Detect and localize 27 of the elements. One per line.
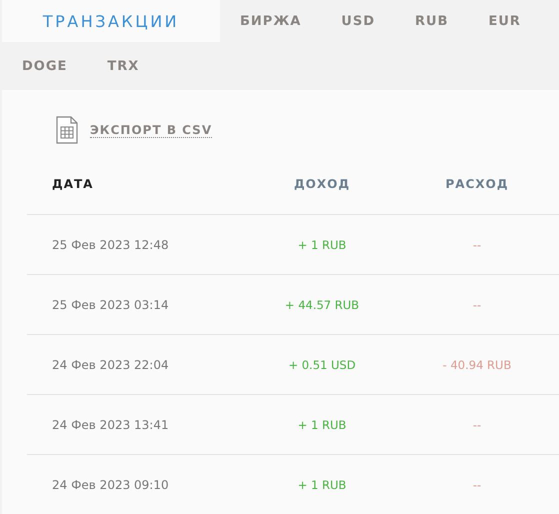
- column-header: ДАТА: [51, 177, 94, 191]
- expense-cell-text: - 40.94 RUB: [442, 358, 512, 372]
- expense-cell-text: --: [472, 238, 482, 252]
- tab[interactable]: DOGE: [2, 42, 88, 90]
- date-cell-text: 24 Фев 2023 13:41: [51, 418, 170, 432]
- income-cell-text: + 0.51 USD: [287, 358, 357, 372]
- date-cell-text: 24 Фев 2023 09:10: [51, 478, 170, 492]
- tab[interactable]: ТРАНЗАКЦИИ: [2, 0, 220, 42]
- income-cell-text: + 1 RUB: [296, 478, 348, 492]
- tab[interactable]: БИРЖА: [220, 0, 322, 42]
- tab[interactable]: EUR: [468, 0, 541, 42]
- export-csv-link[interactable]: ЭКСПОРТ В CSV: [90, 122, 212, 138]
- tab[interactable]: TRX: [87, 42, 160, 90]
- date-cell-text: 24 Фев 2023 22:04: [51, 358, 170, 372]
- income-cell-text: + 44.57 RUB: [284, 298, 360, 312]
- column-header: ДОХОД: [292, 177, 352, 191]
- date-cell-text: 25 Фев 2023 03:14: [51, 298, 170, 312]
- income-cell-text: + 1 RUB: [296, 418, 348, 432]
- expense-cell-text: --: [472, 298, 482, 312]
- spreadsheet-file-icon: [56, 116, 78, 144]
- tab[interactable]: RUB: [395, 0, 468, 42]
- tab[interactable]: USD: [321, 0, 396, 42]
- expense-cell-text: --: [472, 478, 482, 492]
- expense-cell-text: --: [472, 418, 482, 432]
- income-cell-text: + 1 RUB: [296, 238, 348, 252]
- date-cell-text: 25 Фев 2023 12:48: [51, 238, 170, 252]
- column-header: РАСХОД: [444, 177, 510, 191]
